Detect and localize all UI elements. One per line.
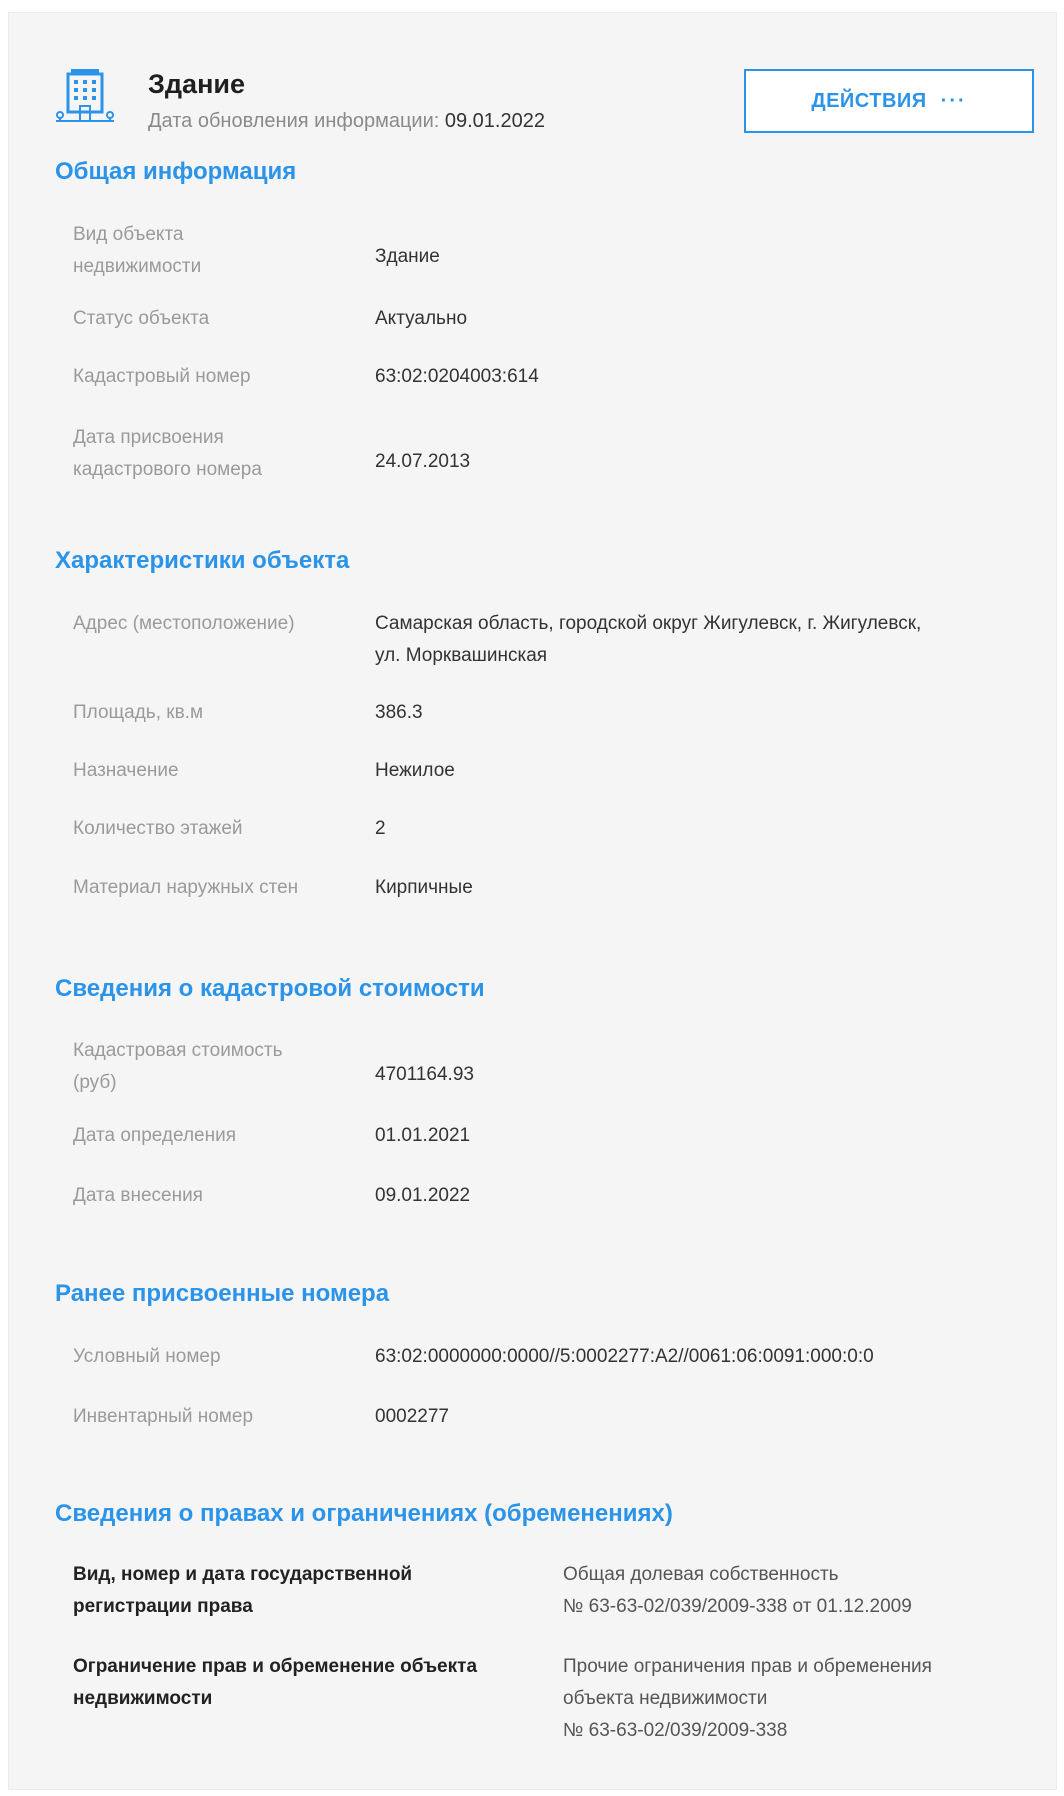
value-area: 386.3: [375, 702, 423, 723]
label-purpose: Назначение: [73, 760, 179, 781]
update-date: Дата обновления информации: 09.01.2022: [148, 110, 545, 133]
update-date-value: 09.01.2022: [444, 110, 545, 132]
label-conditional-number: Условный номер: [73, 1346, 221, 1367]
label-determination-date: Дата определения: [73, 1125, 236, 1146]
label-floors: Количество этажей: [73, 818, 243, 839]
object-title: Здание: [148, 69, 245, 99]
label-line: Вид, номер и дата государственной: [73, 1564, 413, 1585]
label-line: Кадастровая стоимость: [73, 1040, 283, 1061]
value-cadastral-number: 63:02:0204003:614: [375, 366, 539, 387]
label-line: Вид объекта: [73, 224, 184, 245]
value-encumbrance: Прочие ограничения прав и обременения об…: [563, 1651, 932, 1747]
label-line: Дата присвоения: [73, 427, 224, 448]
label-address: Адрес (местоположение): [73, 613, 295, 634]
value-purpose: Нежилое: [375, 760, 455, 781]
building-icon: [56, 69, 114, 122]
label-cadastral-number: Кадастровый номер: [73, 366, 251, 387]
value-entry-date: 09.01.2022: [375, 1185, 471, 1206]
label-line: кадастрового номера: [73, 459, 262, 480]
value-address: Самарская область, городской округ Жигул…: [375, 608, 921, 672]
value-line: № 63-63-02/039/2009-338: [563, 1720, 788, 1741]
label-assign-date: Дата присвоения кадастрового номера: [73, 422, 262, 486]
label-line: (руб): [73, 1072, 117, 1093]
actions-button[interactable]: ДЕЙСТВИЯ ···: [744, 69, 1034, 133]
label-line: регистрации права: [73, 1596, 253, 1617]
value-assign-date: 24.07.2013: [375, 451, 471, 472]
label-object-status: Статус объекта: [73, 308, 210, 329]
label-area: Площадь, кв.м: [73, 702, 204, 723]
label-entry-date: Дата внесения: [73, 1185, 203, 1206]
value-line: объекта недвижимости: [563, 1688, 768, 1709]
object-card: Здание Дата обновления информации: 09.01…: [8, 12, 1057, 1790]
section-title-characteristics: Характеристики объекта: [55, 547, 350, 574]
value-conditional-number: 63:02:0000000:0000//5:0002277:А2//0061:0…: [375, 1346, 874, 1367]
label-line: Ограничение прав и обременение объекта: [73, 1656, 478, 1677]
value-line: Общая долевая собственность: [563, 1564, 839, 1585]
label-cadastral-cost: Кадастровая стоимость (руб): [73, 1035, 283, 1099]
label-right-registration: Вид, номер и дата государственной регист…: [73, 1559, 412, 1623]
value-cadastral-cost: 4701164.93: [375, 1064, 474, 1085]
section-title-cadastral-cost: Сведения о кадастровой стоимости: [55, 975, 485, 1002]
label-wall-material: Материал наружных стен: [73, 877, 299, 898]
section-title-general: Общая информация: [55, 158, 297, 185]
actions-button-label: ДЕЙСТВИЯ: [811, 89, 927, 112]
label-object-type: Вид объекта недвижимости: [73, 219, 201, 283]
section-title-previous-numbers: Ранее присвоенные номера: [55, 1280, 390, 1307]
value-floors: 2: [375, 818, 386, 839]
value-object-type: Здание: [375, 246, 440, 267]
label-inventory-number: Инвентарный номер: [73, 1406, 254, 1427]
card-header: Здание Дата обновления информации: 09.01…: [54, 57, 1034, 137]
value-inventory-number: 0002277: [375, 1406, 449, 1427]
more-dots-icon: ···: [940, 89, 967, 112]
address-line: Самарская область, городской округ Жигул…: [375, 613, 922, 634]
label-line: недвижимости: [73, 1688, 213, 1709]
label-line: недвижимости: [73, 256, 202, 277]
value-object-status: Актуально: [375, 308, 468, 329]
update-date-label: Дата обновления информации:: [148, 110, 440, 132]
value-line: Прочие ограничения прав и обременения: [563, 1656, 932, 1677]
value-right-registration: Общая долевая собственность № 63-63-02/0…: [563, 1559, 912, 1623]
value-determination-date: 01.01.2021: [375, 1125, 471, 1146]
value-line: № 63-63-02/039/2009-338 от 01.12.2009: [563, 1596, 912, 1617]
address-line: ул. Морквашинская: [375, 645, 548, 666]
value-wall-material: Кирпичные: [375, 877, 473, 898]
label-encumbrance: Ограничение прав и обременение объекта н…: [73, 1651, 477, 1715]
section-title-rights: Сведения о правах и ограничениях (обреме…: [55, 1500, 673, 1527]
